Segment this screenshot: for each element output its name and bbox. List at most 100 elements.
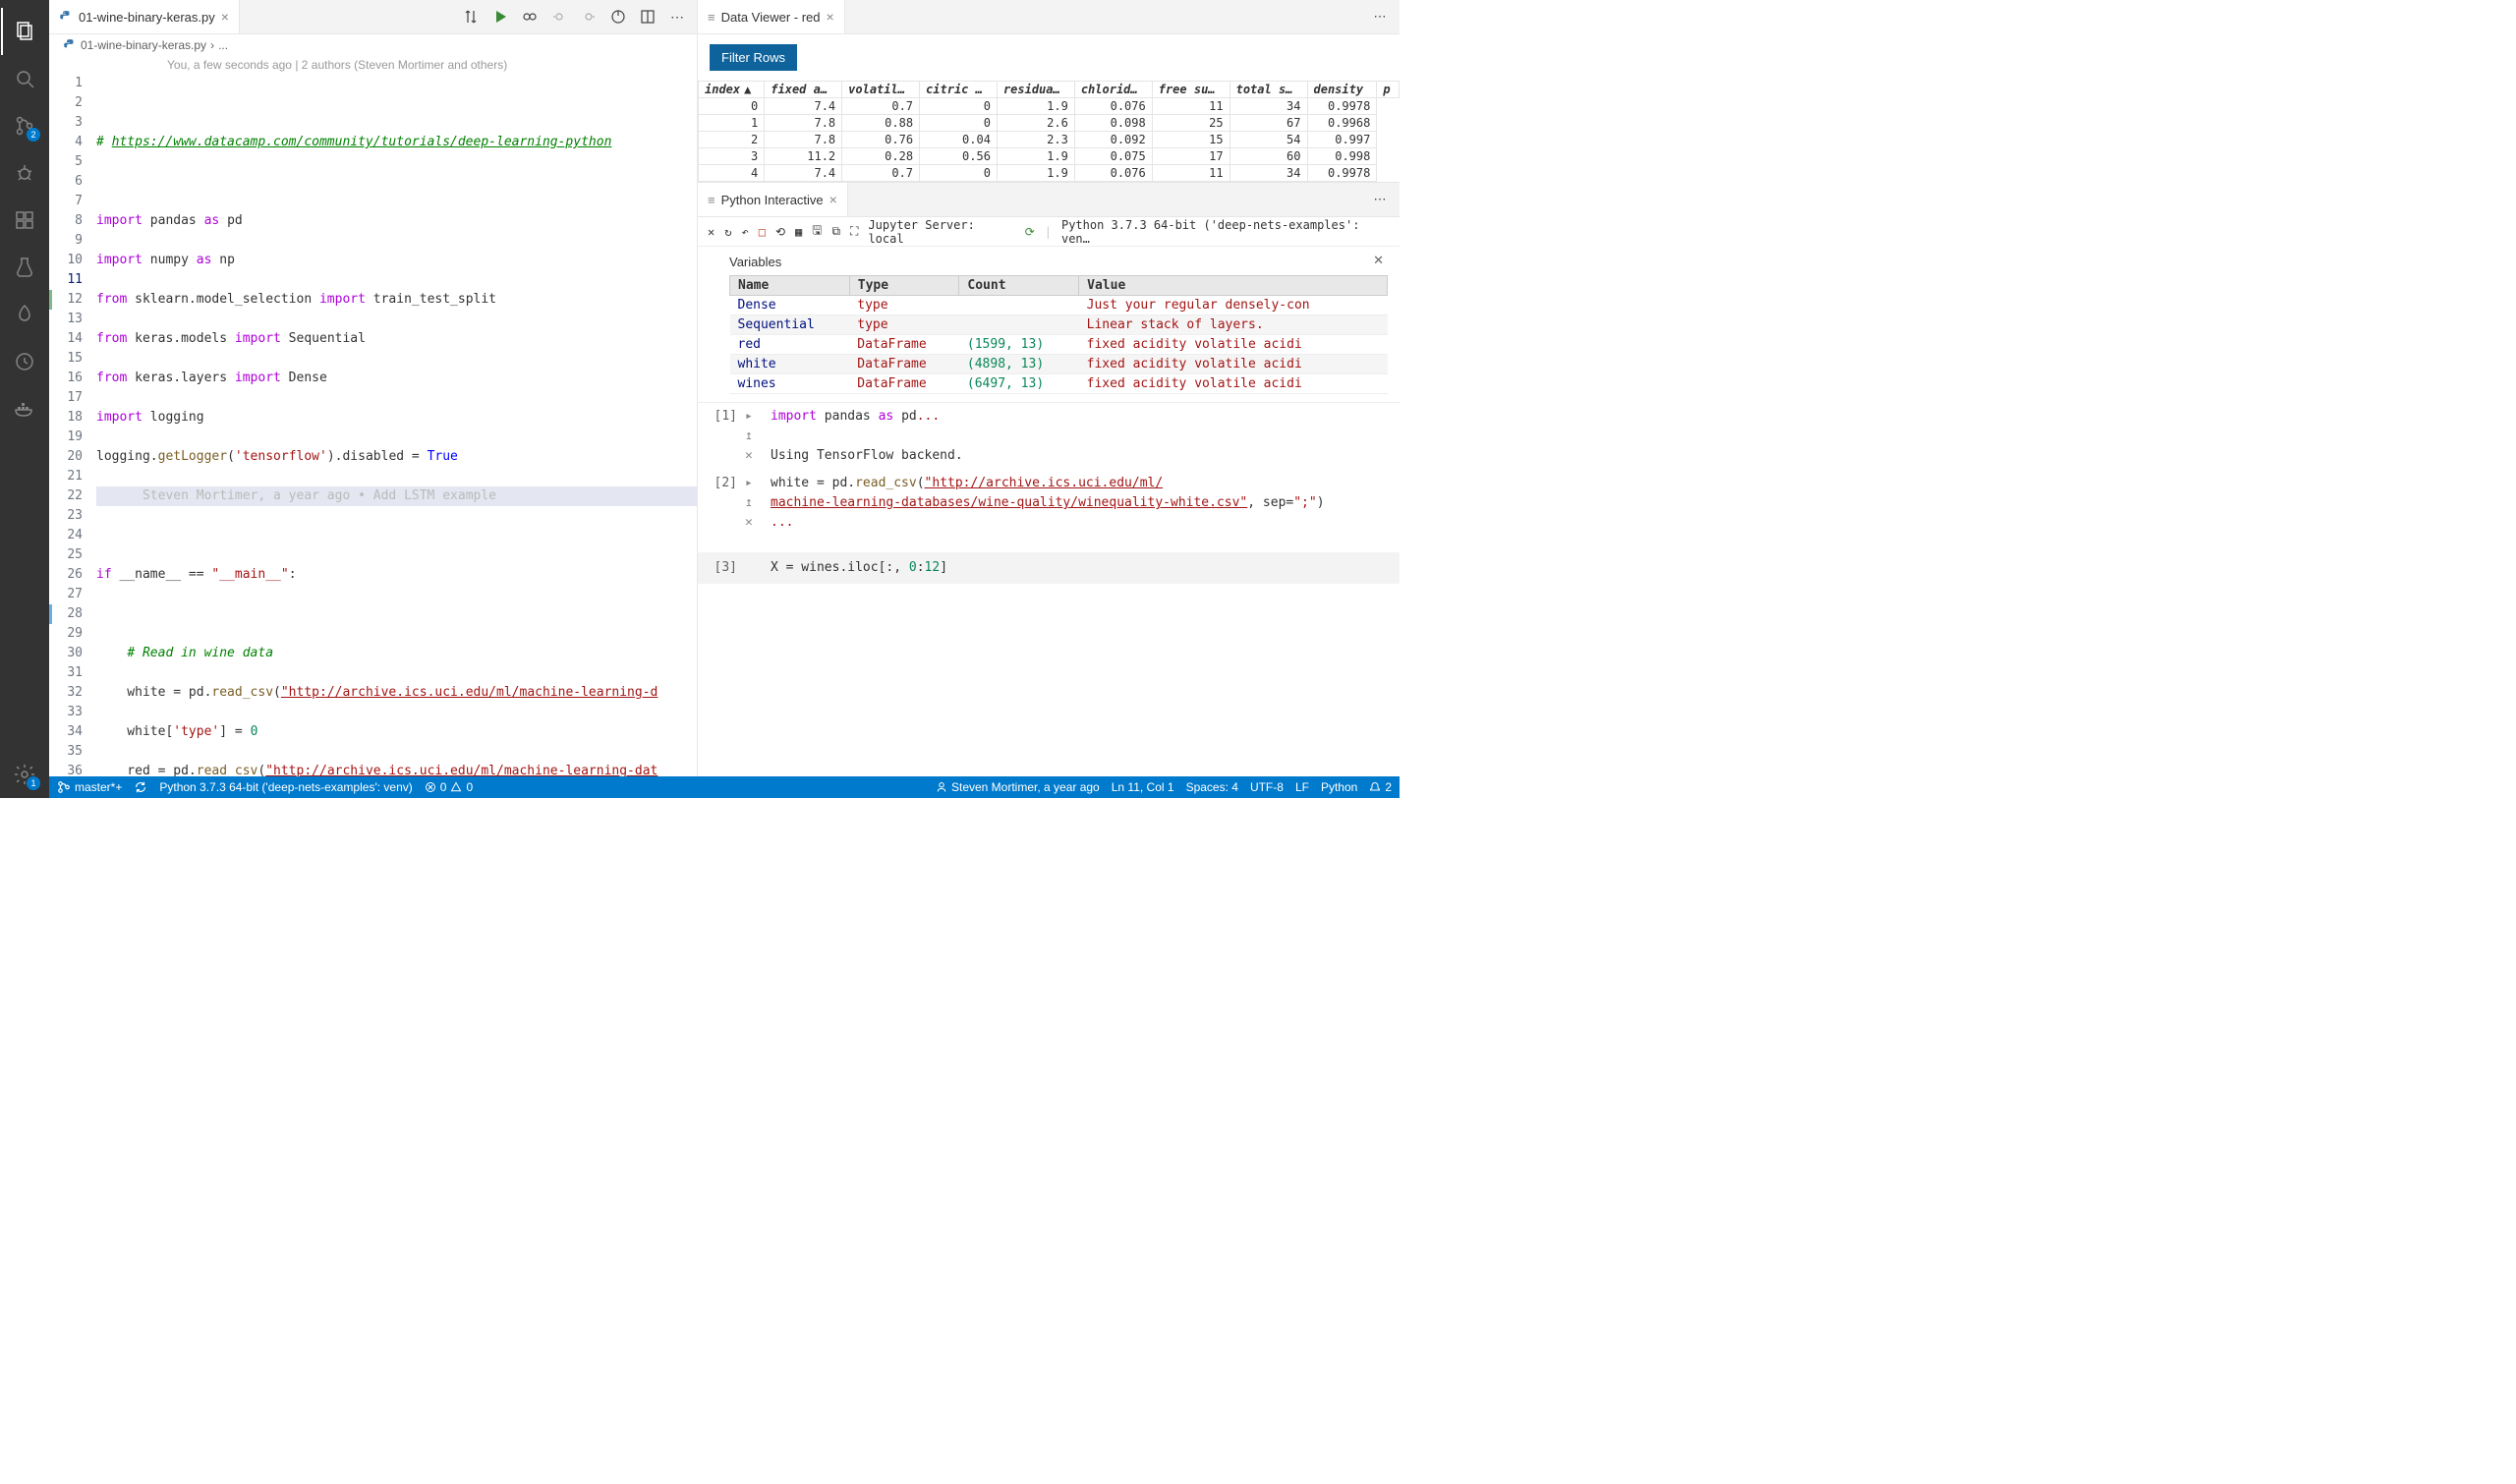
col-name[interactable]: Name [730, 276, 850, 296]
split-icon[interactable] [640, 9, 656, 25]
close-icon[interactable]: × [221, 9, 229, 25]
git-blame-ghost: Steven Mortimer, a year ago • Add LSTM e… [143, 488, 496, 503]
table-row[interactable]: 07.40.701.90.07611340.9978 [699, 98, 1400, 115]
compare-icon[interactable] [463, 9, 479, 25]
rerun-icon[interactable]: ↻ [724, 225, 731, 239]
variable-row[interactable]: winesDataFrame(6497, 13)fixed acidity vo… [730, 374, 1388, 394]
variable-row[interactable]: SequentialtypeLinear stack of layers. [730, 315, 1388, 335]
status-lang[interactable]: Python [1321, 780, 1357, 794]
more-icon[interactable]: ⋯ [669, 9, 685, 25]
step-back-icon[interactable] [551, 9, 567, 25]
interactive-tabs: ≡ Python Interactive × ⋯ [698, 183, 1400, 217]
breadcrumb[interactable]: 01-wine-binary-keras.py › ... [49, 34, 697, 56]
status-branch[interactable]: master*+ [57, 780, 122, 794]
dataviewer-tab[interactable]: ≡ Data Viewer - red × [698, 0, 845, 33]
activity-search[interactable] [1, 55, 48, 102]
close-icon[interactable]: × [827, 9, 834, 25]
cell-index: [2] [708, 474, 737, 493]
activity-extensions[interactable] [1, 197, 48, 244]
status-problems[interactable]: 0 0 [425, 780, 473, 794]
variables-title: Variables [729, 255, 1388, 269]
editor-tab[interactable]: 01-wine-binary-keras.py × [49, 0, 240, 33]
activity-explorer[interactable] [1, 8, 48, 55]
col-count[interactable]: Count [959, 276, 1079, 296]
table-icon: ≡ [708, 193, 715, 207]
status-cursor[interactable]: Ln 11, Col 1 [1112, 780, 1174, 794]
col-value[interactable]: Value [1079, 276, 1388, 296]
status-spaces[interactable]: Spaces: 4 [1186, 780, 1238, 794]
code-editor[interactable]: 1234 5678 9101112 13141516 17181920 2122… [49, 74, 697, 776]
run-icon[interactable] [492, 9, 508, 25]
delete-cell-icon[interactable]: ✕ [745, 446, 763, 466]
table-header[interactable]: total s… [1229, 82, 1307, 98]
table-header[interactable]: index▲ [699, 82, 765, 98]
status-notifications[interactable]: 2 [1369, 780, 1392, 794]
activity-docker[interactable] [1, 385, 48, 432]
connected-icon: ⟳ [1025, 225, 1035, 239]
undo-icon[interactable]: ↶ [741, 225, 748, 239]
expand-cell-icon[interactable]: ▸ [745, 407, 763, 427]
breadcrumb-file: 01-wine-binary-keras.py [81, 38, 206, 52]
expand-icon[interactable]: ⛶ [850, 224, 858, 239]
python-file-icon [59, 10, 73, 24]
run-below-icon[interactable] [522, 9, 538, 25]
variable-row[interactable]: redDataFrame(1599, 13)fixed acidity vola… [730, 335, 1388, 355]
code-body[interactable]: # https://www.datacamp.com/community/tut… [96, 74, 697, 776]
filter-rows-button[interactable]: Filter Rows [710, 44, 797, 71]
scm-badge: 2 [27, 128, 40, 142]
activity-arctic[interactable] [1, 291, 48, 338]
variables-icon[interactable]: ▦ [795, 225, 802, 239]
close-icon[interactable]: ✕ [708, 225, 715, 239]
interactive-tab-label: Python Interactive [721, 193, 824, 207]
status-eol[interactable]: LF [1295, 780, 1309, 794]
status-sync[interactable] [134, 780, 147, 794]
variable-row[interactable]: whiteDataFrame(4898, 13)fixed acidity vo… [730, 355, 1388, 374]
col-type[interactable]: Type [849, 276, 959, 296]
table-row[interactable]: 27.80.760.042.30.09215540.997 [699, 132, 1400, 148]
jupyter-server-label[interactable]: Jupyter Server: local [868, 218, 1014, 246]
step-forward-icon[interactable] [581, 9, 597, 25]
close-icon[interactable]: × [829, 192, 837, 207]
delete-cell-icon[interactable]: ✕ [745, 513, 763, 533]
activity-settings[interactable]: 1 [1, 751, 48, 798]
dataviewer-tabs: ≡ Data Viewer - red × ⋯ [698, 0, 1400, 34]
interactive-input[interactable]: [3] X = wines.iloc[:, 0:12] [698, 552, 1400, 584]
stop-icon[interactable]: □ [759, 225, 766, 239]
editor-tabs: 01-wine-binary-keras.py × ⋯ [49, 0, 697, 34]
activity-timeline[interactable] [1, 338, 48, 385]
table-header[interactable]: residua… [997, 82, 1074, 98]
table-header[interactable]: free su… [1152, 82, 1229, 98]
activity-debug[interactable] [1, 149, 48, 197]
variables-table[interactable]: Name Type Count Value DensetypeJust your… [729, 275, 1388, 394]
table-row[interactable]: 311.20.280.561.90.07517600.998 [699, 148, 1400, 165]
table-header[interactable]: volatil… [842, 82, 920, 98]
table-row[interactable]: 47.40.701.90.07611340.9978 [699, 165, 1400, 182]
status-interpreter[interactable]: Python 3.7.3 64-bit ('deep-nets-examples… [159, 780, 412, 794]
more-icon[interactable]: ⋯ [1372, 192, 1388, 207]
variable-row[interactable]: DensetypeJust your regular densely-con [730, 296, 1388, 315]
more-icon[interactable]: ⋯ [1372, 9, 1388, 25]
kernel-label[interactable]: Python 3.7.3 64-bit ('deep-nets-examples… [1061, 218, 1390, 246]
stop-icon[interactable] [610, 9, 626, 25]
data-table[interactable]: index▲fixed a…volatil…citric …residua…ch… [698, 81, 1400, 182]
cell-output: Using TensorFlow backend. [771, 446, 1390, 466]
export-icon[interactable]: ⧉ [831, 224, 840, 239]
goto-code-icon[interactable]: ↥ [745, 493, 763, 513]
restart-icon[interactable]: ⟲ [775, 225, 785, 239]
table-header[interactable]: density [1307, 82, 1377, 98]
activity-scm[interactable]: 2 [1, 102, 48, 149]
table-header[interactable]: citric … [920, 82, 998, 98]
status-blame[interactable]: Steven Mortimer, a year ago [936, 780, 1100, 794]
expand-cell-icon[interactable]: ▸ [745, 474, 763, 493]
table-row[interactable]: 17.80.8802.60.09825670.9968 [699, 115, 1400, 132]
table-header[interactable]: chlorid… [1074, 82, 1152, 98]
table-header[interactable]: fixed a… [765, 82, 842, 98]
close-icon[interactable]: ✕ [1373, 253, 1384, 268]
interactive-tab[interactable]: ≡ Python Interactive × [698, 183, 848, 216]
save-icon[interactable]: 🖫 [812, 221, 822, 242]
activity-test[interactable] [1, 244, 48, 291]
interactive-cells[interactable]: [1] ▸ import pandas as pd... ↥ ✕ [698, 402, 1400, 537]
status-encoding[interactable]: UTF-8 [1250, 780, 1284, 794]
goto-code-icon[interactable]: ↥ [745, 427, 763, 446]
table-header[interactable]: p [1377, 82, 1400, 98]
